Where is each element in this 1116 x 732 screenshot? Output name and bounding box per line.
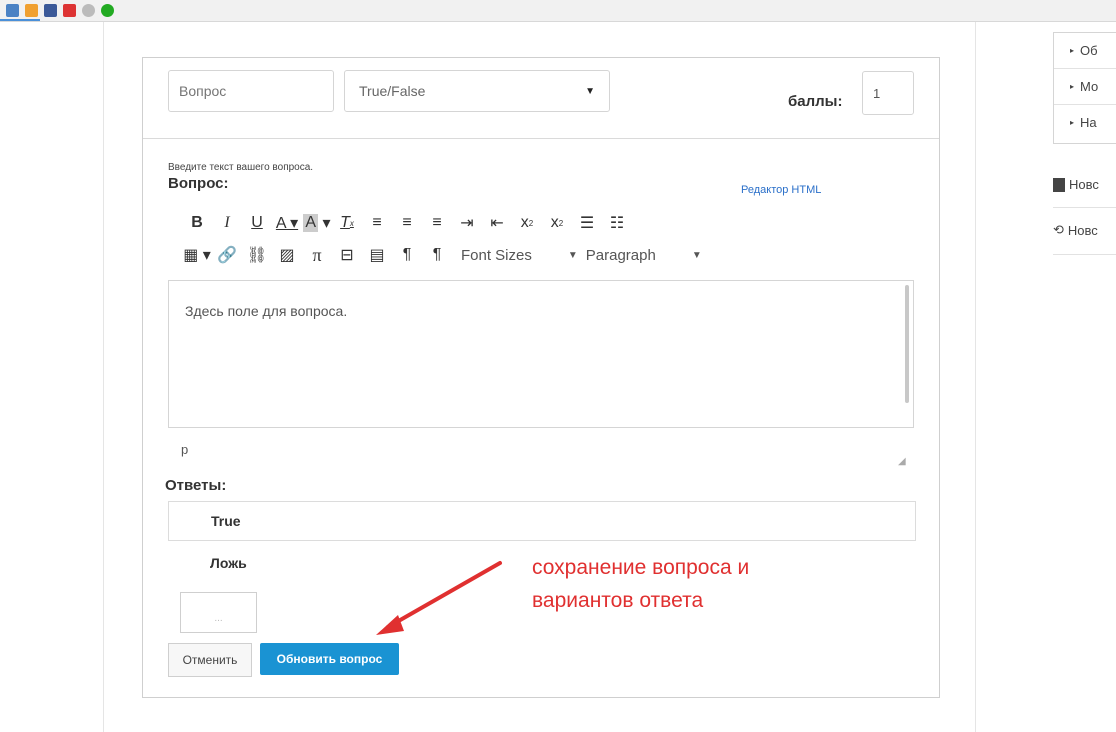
- bookmark-icon: [82, 4, 95, 17]
- caret-right-icon: ▸: [1070, 82, 1075, 91]
- font-sizes-label: Font Sizes: [461, 246, 532, 264]
- points-input[interactable]: [862, 71, 914, 115]
- answer-tooltip-box: ...: [180, 592, 257, 633]
- bookmark-item[interactable]: [6, 4, 19, 17]
- align-left-icon[interactable]: ≡: [363, 210, 391, 236]
- caret-right-icon: ▸: [1070, 118, 1075, 127]
- align-center-icon[interactable]: ≡: [393, 210, 421, 236]
- toolbar-row-1: B I U A ▾ A ▾ Tx ≡ ≡ ≡ ⇥ ⇤ x2 x2 ☰ ☷: [183, 208, 883, 238]
- subscript-icon[interactable]: x2: [543, 210, 571, 236]
- bookmark-item[interactable]: [25, 4, 38, 17]
- sidebar-item[interactable]: ▸ Об: [1054, 33, 1116, 69]
- numbered-list-icon[interactable]: ☷: [603, 210, 631, 236]
- bold-icon[interactable]: B: [183, 210, 211, 236]
- question-label: Вопрос:: [168, 175, 229, 192]
- sidebar-item[interactable]: ▸ Мо: [1054, 69, 1116, 105]
- clear-format-icon[interactable]: Tx: [333, 210, 361, 236]
- callout-line-2: вариантов ответа: [532, 589, 704, 612]
- question-type-select[interactable]: True/False ▼: [344, 70, 610, 112]
- answers-label: Ответы:: [165, 477, 227, 494]
- answer-label: True: [211, 513, 241, 529]
- question-text-editor[interactable]: Здесь поле для вопроса.: [168, 280, 914, 428]
- bookmark-item[interactable]: [63, 4, 76, 17]
- editor-status-path: p: [181, 442, 189, 457]
- toolbar-row-2: ▦ ▾ 🔗 ⛓ ▨ π ⊟ ▤ ¶ ¶ Font Sizes ▼ Paragrap…: [183, 240, 883, 270]
- cancel-button[interactable]: Отменить: [168, 643, 252, 677]
- underline-icon[interactable]: U: [243, 210, 271, 236]
- sidebar-item-label: Мо: [1080, 79, 1099, 94]
- chevron-down-icon: ▼: [691, 249, 702, 261]
- sidebar-divider: [1053, 207, 1116, 208]
- pi-icon[interactable]: π: [303, 242, 331, 268]
- sidebar-new-item-link[interactable]: Новс: [1053, 177, 1099, 192]
- link-icon[interactable]: 🔗: [213, 242, 241, 268]
- indent-icon[interactable]: ⇥: [453, 210, 481, 236]
- outdent-icon[interactable]: ⇤: [483, 210, 511, 236]
- question-hint: Введите текст вашего вопроса.: [168, 162, 314, 173]
- editor-scrollbar[interactable]: [905, 285, 909, 403]
- rtl-icon[interactable]: ¶: [423, 242, 451, 268]
- chevron-down-icon: ▼: [585, 85, 595, 97]
- answer-option-false[interactable]: Ложь: [210, 555, 247, 571]
- layout-guide-left: [103, 22, 104, 732]
- sidebar-link-label: Новс: [1069, 177, 1099, 192]
- ltr-icon[interactable]: ¶: [393, 242, 421, 268]
- sidebar-menu: ▸ Об ▸ Мо ▸ На: [1053, 32, 1116, 144]
- sidebar-link-label: Новс: [1067, 222, 1098, 238]
- italic-icon[interactable]: I: [213, 210, 241, 236]
- bookmark-item[interactable]: [82, 4, 95, 17]
- caret-right-icon: ▸: [1070, 46, 1075, 55]
- question-type-value: True/False: [359, 83, 426, 99]
- answer-option-true[interactable]: True: [168, 501, 916, 541]
- sidebar-divider: [1053, 254, 1116, 255]
- paragraph-label: Paragraph: [585, 246, 656, 264]
- unlink-icon[interactable]: ⛓: [243, 242, 271, 268]
- background-color-icon[interactable]: A ▾: [303, 210, 331, 236]
- callout-annotation: сохранение вопроса и вариантов ответа: [532, 551, 749, 617]
- page-break-icon[interactable]: ⊟: [333, 242, 361, 268]
- text-color-icon[interactable]: A ▾: [273, 210, 301, 236]
- bookmark-icon: [101, 4, 114, 17]
- paragraph-select[interactable]: Paragraph ▼: [586, 247, 702, 264]
- table-icon[interactable]: ▦ ▾: [183, 242, 211, 268]
- question-title-input[interactable]: [168, 70, 334, 112]
- callout-line-1: сохранение вопроса и: [532, 556, 750, 579]
- align-right-icon[interactable]: ≡: [423, 210, 451, 236]
- editor-content: Здесь поле для вопроса.: [185, 303, 348, 319]
- html-editor-link[interactable]: Редактор HTML: [741, 184, 821, 196]
- layout-guide-right: [975, 22, 976, 732]
- superscript-icon[interactable]: x2: [513, 210, 541, 236]
- chevron-down-icon: ▼: [567, 249, 578, 261]
- question-header: True/False ▼ баллы:: [143, 58, 939, 139]
- active-tab-indicator: [0, 19, 40, 21]
- document-icon: [1053, 177, 1065, 192]
- bullet-list-icon[interactable]: ☰: [573, 210, 601, 236]
- bookmark-icon: [63, 4, 76, 17]
- update-question-button[interactable]: Обновить вопрос: [260, 643, 399, 675]
- resize-handle-icon[interactable]: ◢: [898, 456, 906, 467]
- editor-toolbar: B I U A ▾ A ▾ Tx ≡ ≡ ≡ ⇥ ⇤ x2 x2 ☰ ☷ ▦ ▾…: [183, 208, 883, 270]
- bookmark-item[interactable]: [101, 4, 114, 17]
- sidebar-item-label: На: [1080, 115, 1097, 130]
- callout-arrow-icon: [376, 561, 502, 635]
- bookmark-icon: [25, 4, 38, 17]
- font-sizes-select[interactable]: Font Sizes ▼: [461, 247, 578, 264]
- bookmark-icon: [44, 4, 57, 17]
- image-icon[interactable]: ▨: [273, 242, 301, 268]
- points-label: баллы:: [788, 93, 843, 110]
- refresh-icon: ⟲: [1053, 222, 1064, 237]
- bookmarks-bar: [0, 0, 1116, 22]
- bookmark-item[interactable]: [44, 4, 57, 17]
- code-icon[interactable]: ▤: [363, 242, 391, 268]
- sidebar-item-label: Об: [1080, 43, 1098, 58]
- sidebar-new-item-link[interactable]: ⟲ Новс: [1053, 222, 1098, 238]
- sidebar-item[interactable]: ▸ На: [1054, 105, 1116, 140]
- bookmark-icon: [6, 4, 19, 17]
